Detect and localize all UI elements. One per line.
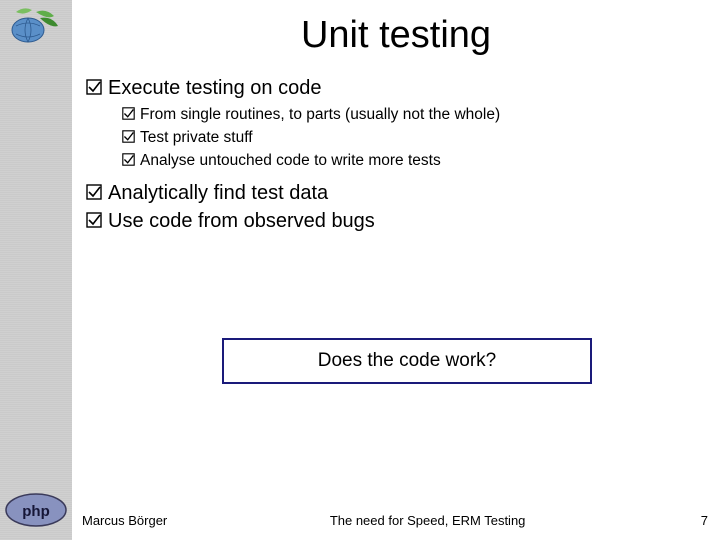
sub-bullet-list: From single routines, to parts (usually … <box>116 105 720 172</box>
globe-leaves-icon <box>6 6 66 46</box>
bullet-level1: Execute testing on code <box>80 75 720 101</box>
slide-content: Unit testing Execute testing on code F <box>72 0 720 540</box>
checkbox-checked-icon <box>116 128 140 143</box>
checkbox-checked-icon <box>116 105 140 120</box>
bullet-level2: Analyse untouched code to write more tes… <box>116 151 720 172</box>
callout-box: Does the code work? <box>222 338 592 384</box>
bullet-text: Analytically find test data <box>108 180 328 206</box>
checkbox-checked-icon <box>116 151 140 166</box>
sub-bullet-text: Analyse untouched code to write more tes… <box>140 151 441 172</box>
footer-title: The need for Speed, ERM Testing <box>167 513 688 528</box>
footer-author: Marcus Börger <box>82 513 167 528</box>
bullet-text: Execute testing on code <box>108 75 321 101</box>
slide-title: Unit testing <box>72 14 720 57</box>
slide-sidebar: php <box>0 0 72 540</box>
bullet-level1: Use code from observed bugs <box>80 208 720 234</box>
bullet-level1: Analytically find test data <box>80 180 720 206</box>
php-logo-icon: php <box>4 492 68 528</box>
bullet-list: Execute testing on code From single rout… <box>72 75 720 234</box>
callout-text: Does the code work? <box>318 350 497 371</box>
bullet-level2: From single routines, to parts (usually … <box>116 105 720 126</box>
footer-page-number: 7 <box>688 513 708 528</box>
sub-bullet-text: Test private stuff <box>140 128 253 149</box>
svg-text:php: php <box>22 503 50 520</box>
checkbox-checked-icon <box>80 75 108 95</box>
checkbox-checked-icon <box>80 180 108 200</box>
bullet-text: Use code from observed bugs <box>108 208 375 234</box>
bullet-level2: Test private stuff <box>116 128 720 149</box>
sub-bullet-text: From single routines, to parts (usually … <box>140 105 500 126</box>
slide-footer: Marcus Börger The need for Speed, ERM Te… <box>82 513 708 528</box>
checkbox-checked-icon <box>80 208 108 228</box>
